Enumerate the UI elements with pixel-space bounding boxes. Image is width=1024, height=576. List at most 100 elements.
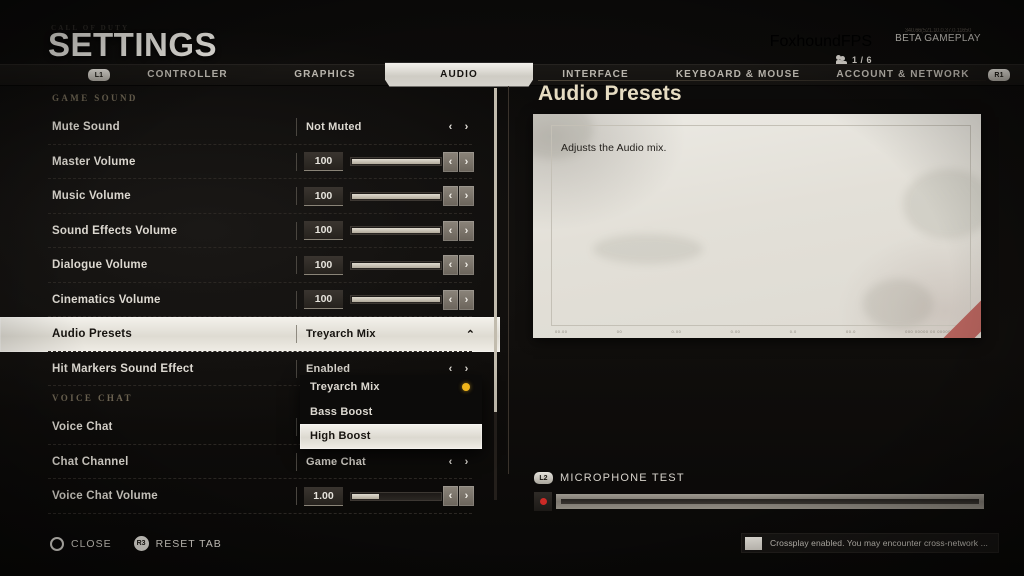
dropdown-option-high-boost[interactable]: High Boost (300, 424, 482, 449)
tab-account-network[interactable]: ACCOUNT & NETWORK (818, 64, 988, 86)
setting-control: 100 ‹ › (296, 248, 486, 283)
setting-row-chat-channel[interactable]: Chat Channel Game Chat ‹ › (0, 445, 500, 480)
stepper-prev-button[interactable]: ‹ (443, 290, 458, 310)
footer-tick: 00 (617, 329, 622, 334)
microphone-test-label: MICROPHONE TEST (560, 472, 685, 484)
setting-control: 1.00 ‹ › (296, 479, 486, 514)
volume-slider[interactable] (350, 157, 442, 166)
detail-description: Adjusts the Audio mix. (561, 142, 667, 154)
stepper-prev-button[interactable]: ‹ (443, 486, 458, 506)
dropdown-option-label: High Boost (310, 430, 371, 442)
setting-value: Game Chat (296, 456, 366, 468)
control-divider (296, 153, 297, 171)
setting-value[interactable]: 100 (304, 290, 343, 309)
left-bumper-icon[interactable]: L1 (88, 69, 110, 81)
setting-value[interactable]: 100 (304, 187, 343, 206)
crossplay-notice[interactable]: Crossplay enabled. You may encounter cro… (741, 533, 999, 553)
chevron-up-icon[interactable]: ⌃ (466, 328, 486, 341)
stepper-next-button[interactable]: › (459, 152, 474, 172)
record-dot-icon (540, 498, 547, 505)
trigger-l2-icon[interactable]: L2 (534, 472, 553, 484)
setting-row-audio-presets[interactable]: Audio Presets Treyarch Mix ⌃ (0, 317, 500, 352)
stepper-next-button[interactable]: › (459, 221, 474, 241)
setting-row-cinematics-volume[interactable]: Cinematics Volume 100 ‹ › (0, 283, 500, 318)
tab-controller[interactable]: CONTROLLER (110, 64, 265, 86)
player-name: FoxhoundFPS (770, 33, 872, 51)
setting-value[interactable]: 100 (304, 152, 343, 171)
setting-control: Treyarch Mix ⌃ (296, 317, 486, 352)
microphone-meter-row (534, 492, 984, 511)
stepper-prev-button[interactable]: ‹ (443, 152, 458, 172)
volume-slider[interactable] (350, 192, 442, 201)
tab-keyboard-mouse[interactable]: KEYBOARD & MOUSE (658, 64, 818, 86)
setting-row-dialogue-volume[interactable]: Dialogue Volume 100 ‹ › (0, 248, 500, 283)
stepper-prev-button[interactable]: ‹ (443, 255, 458, 275)
build-version-label: 340.66(521.10.0.37.0.11650 (877, 28, 999, 34)
setting-value: Not Muted (296, 121, 362, 133)
value-stepper: ‹ › (443, 290, 486, 310)
setting-row-sound-effects-volume[interactable]: Sound Effects Volume 100 ‹ › (0, 214, 500, 249)
volume-slider[interactable] (350, 261, 442, 270)
stepper-prev-button[interactable]: ‹ (443, 452, 458, 472)
stepper-next-button[interactable]: › (459, 186, 474, 206)
value-stepper: ‹ › (443, 486, 486, 506)
setting-value[interactable]: 1.00 (304, 487, 343, 506)
stepper-prev-button[interactable]: ‹ (443, 221, 458, 241)
setting-value: Enabled (296, 363, 350, 375)
control-divider (296, 222, 297, 240)
settings-screen: CALL OF DUTY SETTINGS FoxhoundFPS 1 / 6 … (0, 0, 1024, 576)
setting-value[interactable]: 100 (304, 256, 343, 275)
stepper-next-button[interactable]: › (459, 486, 474, 506)
control-divider (296, 118, 297, 136)
value-stepper: ‹ › (443, 117, 486, 137)
audio-presets-dropdown: Treyarch Mix Bass Boost High Boost (300, 375, 482, 449)
settings-list: GAME SOUND Mute Sound Not Muted ‹ › Mast… (0, 86, 500, 518)
stepper-prev-button[interactable]: ‹ (443, 186, 458, 206)
panel-divider (508, 86, 509, 474)
value-stepper: ‹ › (443, 221, 486, 241)
control-divider (296, 291, 297, 309)
stepper-next-button[interactable]: › (459, 117, 474, 137)
close-button[interactable]: CLOSE (50, 537, 112, 551)
detail-preview-card: Adjusts the Audio mix. 00.00 00 0.00 0.0… (533, 114, 981, 338)
control-divider (296, 453, 297, 471)
stepper-next-button[interactable]: › (459, 290, 474, 310)
dropdown-option-treyarch-mix[interactable]: Treyarch Mix (300, 375, 482, 400)
stepper-next-button[interactable]: › (459, 452, 474, 472)
setting-row-master-volume[interactable]: Master Volume 100 ‹ › (0, 145, 500, 180)
volume-slider[interactable] (350, 295, 442, 304)
volume-slider[interactable] (350, 492, 442, 501)
meter-inner (561, 499, 979, 504)
setting-control: 100 ‹ › (296, 214, 486, 249)
footer-actions: CLOSE R3 RESET TAB (50, 536, 222, 551)
control-divider (296, 187, 297, 205)
settings-scrollbar-track[interactable] (494, 88, 497, 500)
tab-graphics[interactable]: GRAPHICS (265, 64, 385, 86)
footer-tick: 0.00 (672, 329, 682, 334)
build-info: 340.66(521.10.0.37.0.11650 BETA GAMEPLAY (874, 28, 1002, 44)
setting-row-mute-sound[interactable]: Mute Sound Not Muted ‹ › (0, 110, 500, 145)
detail-title-rule (538, 80, 986, 81)
reset-tab-button-label: RESET TAB (156, 538, 222, 550)
control-divider (296, 360, 297, 378)
setting-control: 100 ‹ › (296, 145, 486, 180)
footer-tick: 0.0 (790, 329, 797, 334)
right-bumper-icon[interactable]: R1 (988, 69, 1010, 81)
volume-slider[interactable] (350, 226, 442, 235)
stepper-next-button[interactable]: › (459, 255, 474, 275)
dropdown-option-bass-boost[interactable]: Bass Boost (300, 400, 482, 425)
settings-scrollbar-thumb[interactable] (494, 88, 497, 412)
setting-value[interactable]: 100 (304, 221, 343, 240)
record-button[interactable] (534, 492, 552, 511)
header: CALL OF DUTY SETTINGS FoxhoundFPS 1 / 6 … (0, 0, 1024, 64)
build-stage-label: BETA GAMEPLAY (874, 33, 1002, 44)
tab-audio[interactable]: AUDIO (385, 63, 533, 87)
setting-row-voice-chat-volume[interactable]: Voice Chat Volume 1.00 ‹ › (0, 479, 500, 514)
crossplay-icon (745, 537, 762, 550)
setting-row-music-volume[interactable]: Music Volume 100 ‹ › (0, 179, 500, 214)
footer-bar: CLOSE R3 RESET TAB Crossplay enabled. Yo… (0, 528, 1024, 576)
detail-title: Audio Presets (538, 82, 682, 106)
stepper-prev-button[interactable]: ‹ (443, 117, 458, 137)
microphone-level-meter (556, 494, 984, 509)
reset-tab-button[interactable]: R3 RESET TAB (134, 536, 222, 551)
